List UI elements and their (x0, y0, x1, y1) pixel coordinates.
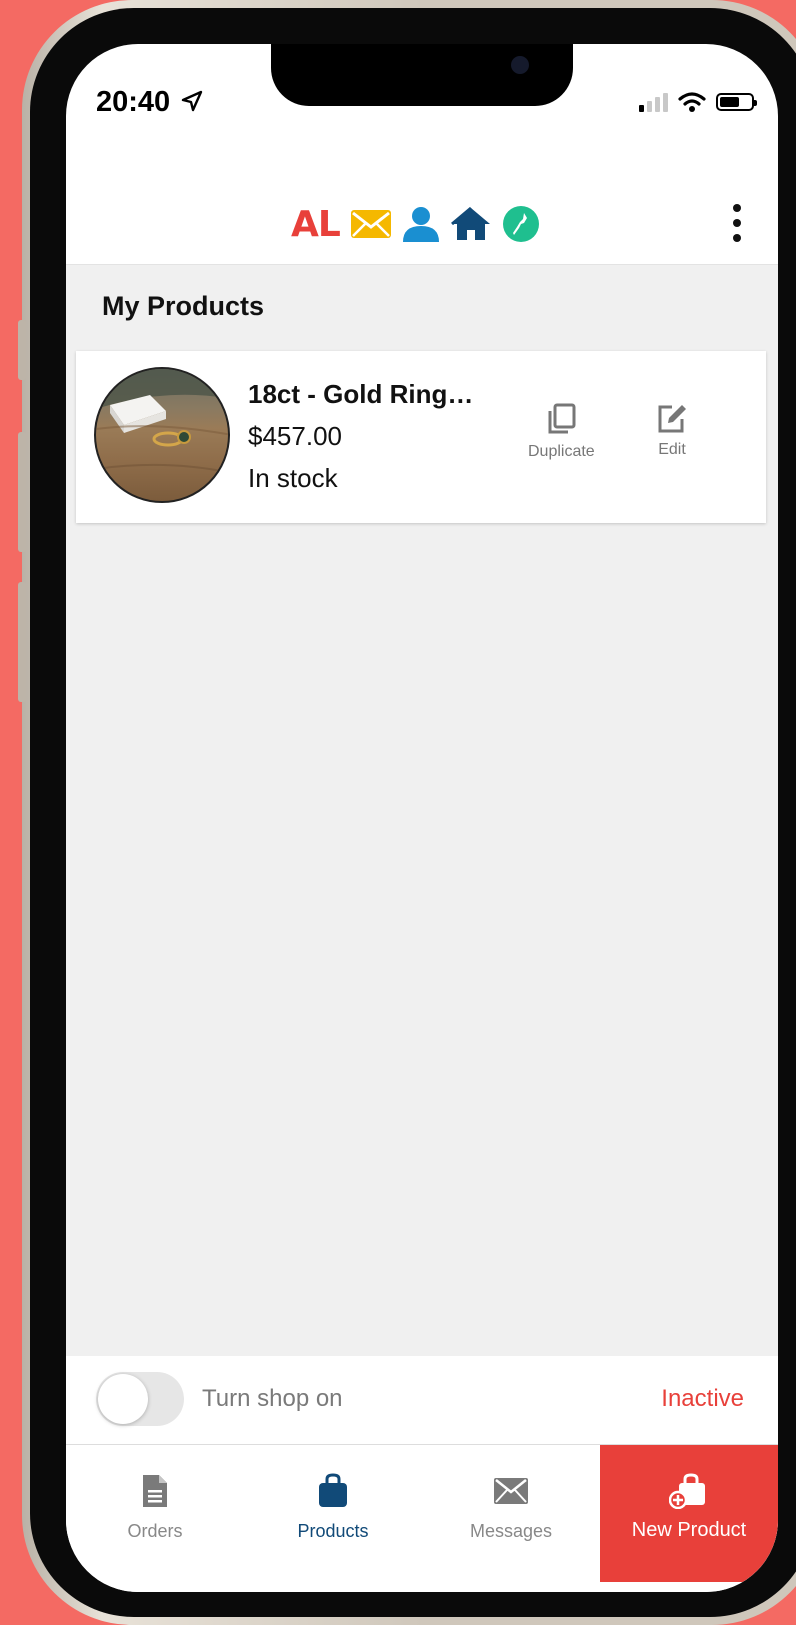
shopping-bag-icon (319, 1473, 347, 1507)
phone-screen: 20:40 AL My Products 18ct - Gold Ring… $… (66, 44, 778, 1592)
tab-messages[interactable]: Messages (422, 1445, 600, 1579)
battery-icon (716, 93, 757, 111)
user-icon (402, 207, 439, 242)
edit-icon (658, 405, 686, 433)
status-time: 20:40 (96, 86, 204, 119)
app-logo: AL (291, 202, 540, 246)
duplicate-icon (548, 403, 576, 434)
toggle-knob (98, 1374, 148, 1424)
new-product-button[interactable]: New Product (600, 1445, 778, 1582)
ring-photo (96, 369, 228, 474)
envelope-icon (494, 1478, 528, 1504)
signal-icon (639, 92, 668, 112)
tab-orders[interactable]: Orders (66, 1445, 244, 1579)
edit-label: Edit (658, 441, 686, 458)
shop-toggle[interactable] (96, 1372, 184, 1426)
nz-map-icon (502, 206, 539, 242)
duplicate-label: Duplicate (528, 443, 595, 460)
shop-toggle-bar: Turn shop on Inactive (66, 1356, 778, 1445)
new-product-label: New Product (631, 1519, 747, 1541)
bottom-tab-bar: Orders Products Messages New Product (66, 1445, 778, 1592)
duplicate-button[interactable]: Duplicate (528, 403, 595, 461)
tab-messages-label: Messages (469, 1521, 553, 1541)
mute-switch (18, 320, 26, 380)
document-icon (143, 1475, 167, 1507)
more-vertical-icon[interactable] (730, 204, 744, 242)
volume-down-button (18, 582, 26, 702)
products-content: My Products 18ct - Gold Ring… $457.00 In… (66, 265, 778, 1400)
notch (271, 44, 573, 106)
logo-text: AL (291, 203, 341, 245)
wifi-icon (678, 92, 706, 112)
page-title: My Products (102, 291, 265, 321)
app-header: AL (66, 144, 778, 265)
tab-products[interactable]: Products (244, 1445, 422, 1579)
shop-status: Inactive (661, 1385, 744, 1412)
envelope-icon (350, 210, 391, 238)
status-icons (639, 90, 757, 114)
add-product-icon (669, 1473, 705, 1509)
location-arrow-icon (182, 90, 203, 112)
edit-button[interactable]: Edit (656, 403, 688, 459)
product-price: $457.00 (248, 421, 342, 451)
volume-up-button (18, 432, 26, 552)
shop-toggle-label: Turn shop on (202, 1385, 343, 1412)
product-name: 18ct - Gold Ring… (248, 379, 474, 409)
product-stock: In stock (248, 463, 338, 493)
front-camera (511, 56, 529, 74)
home-icon (450, 206, 490, 240)
tab-products-label: Products (297, 1521, 369, 1541)
product-image (94, 367, 230, 503)
tab-orders-label: Orders (127, 1521, 183, 1541)
product-card[interactable]: 18ct - Gold Ring… $457.00 In stock Dupli… (76, 351, 766, 523)
